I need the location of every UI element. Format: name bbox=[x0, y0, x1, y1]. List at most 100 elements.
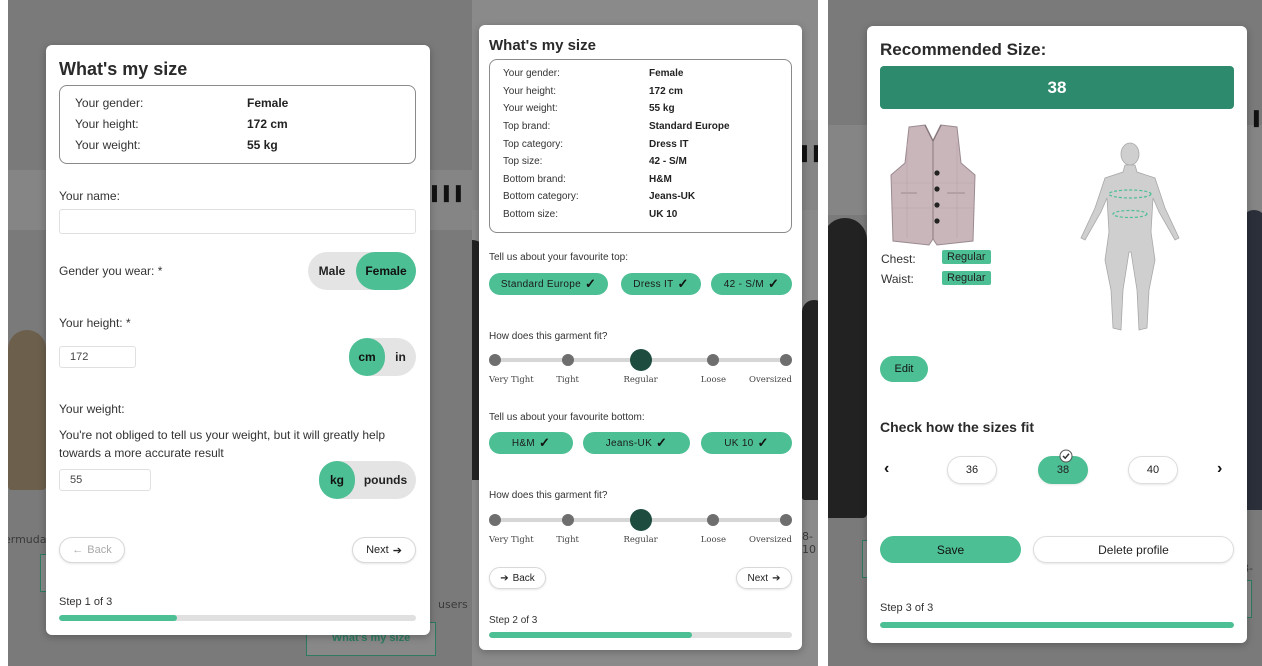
weight-unit-pounds[interactable]: pounds bbox=[355, 461, 416, 499]
next-button[interactable]: Next ➔ bbox=[352, 537, 416, 563]
height-unit-toggle[interactable]: cm in bbox=[349, 338, 416, 376]
gender-label: Gender you wear: * bbox=[59, 264, 163, 278]
slider-stop-label: Very Tight bbox=[489, 375, 534, 385]
name-label: Your name: bbox=[59, 189, 120, 203]
slider-stop-label: Loose bbox=[700, 375, 727, 385]
page-title: What's my size bbox=[59, 59, 188, 79]
next-button-label: Next bbox=[747, 572, 769, 584]
slider-stop[interactable] bbox=[707, 354, 720, 366]
panel-divider bbox=[823, 0, 827, 666]
selected-check-icon bbox=[1059, 449, 1073, 463]
chest-fit-tag: Regular bbox=[942, 250, 991, 264]
weight-unit-kg[interactable]: kg bbox=[319, 461, 355, 499]
slider-stop-label: Tight bbox=[556, 535, 579, 545]
slider-stop[interactable] bbox=[561, 354, 574, 366]
checkmark-icon: ✓ bbox=[757, 435, 769, 450]
bottom-fit-slider[interactable]: Very Tight Tight Regular Loose Oversized bbox=[489, 509, 792, 549]
slider-handle[interactable] bbox=[629, 349, 652, 371]
summary-value: 55 kg bbox=[649, 103, 675, 114]
background-product-text-2: users bbox=[438, 598, 468, 611]
slider-stop[interactable] bbox=[561, 514, 574, 526]
slider-stop[interactable] bbox=[707, 514, 720, 526]
background-product-text-3: 8-10 bbox=[802, 530, 816, 556]
slider-stop-label: Regular bbox=[623, 375, 658, 385]
weight-note: You're not obliged to tell us your weigh… bbox=[59, 428, 386, 460]
size-option-40[interactable]: 40 bbox=[1128, 456, 1178, 484]
page-title: Recommended Size: bbox=[880, 40, 1047, 59]
background-jacket-image bbox=[828, 218, 867, 518]
height-unit-cm[interactable]: cm bbox=[349, 338, 385, 376]
slider-stop-label: Very Tight bbox=[489, 535, 534, 545]
favourite-top-heading: Tell us about your favourite top: bbox=[489, 252, 628, 263]
checkmark-icon: ✓ bbox=[656, 435, 668, 450]
slider-handle[interactable] bbox=[629, 509, 652, 531]
favourite-bottom-heading: Tell us about your favourite bottom: bbox=[489, 412, 645, 423]
summary-label: Your height: bbox=[503, 86, 557, 97]
summary-row: Bottom category: Jeans-UK bbox=[490, 191, 791, 209]
slider-stop[interactable] bbox=[780, 354, 792, 366]
summary-row: Your weight: 55 kg bbox=[490, 103, 791, 121]
save-button[interactable]: Save bbox=[880, 536, 1021, 563]
summary-label: Top brand: bbox=[503, 121, 551, 132]
profile-summary: Your gender: Female Your height: 172 cm Yo… bbox=[489, 59, 792, 233]
summary-value: UK 10 bbox=[649, 209, 678, 220]
summary-row: Your gender: Female bbox=[490, 68, 791, 86]
background-garment-image bbox=[8, 330, 46, 490]
back-button[interactable]: ➔ Back bbox=[489, 567, 546, 589]
summary-label: Your gender: bbox=[503, 68, 560, 79]
arrow-right-icon: ➔ bbox=[772, 572, 781, 584]
profile-summary: Your gender: Female Your height: 172 cm … bbox=[59, 85, 416, 164]
top-fit-question: How does this garment fit? bbox=[489, 331, 608, 342]
top-size-chip[interactable]: 42 - S/M ✓ bbox=[711, 273, 792, 295]
background-bars: ▌▌▌ bbox=[802, 145, 818, 161]
progress-fill bbox=[59, 615, 177, 621]
name-input[interactable] bbox=[59, 209, 416, 234]
slider-stop[interactable] bbox=[489, 514, 501, 526]
check-sizes-heading: Check how the sizes fit bbox=[880, 419, 1035, 435]
summary-value: Female bbox=[247, 96, 289, 110]
chip-label: Standard Europe bbox=[500, 278, 581, 290]
progress-fill bbox=[880, 622, 1234, 628]
edit-button[interactable]: Edit bbox=[880, 356, 928, 382]
summary-label: Bottom brand: bbox=[503, 174, 566, 185]
body-avatar-image bbox=[1080, 142, 1180, 331]
top-brand-chip[interactable]: Standard Europe ✓ bbox=[489, 273, 608, 295]
gender-option-female[interactable]: Female bbox=[356, 252, 416, 290]
summary-row: Top size: 42 - S/M bbox=[490, 156, 791, 174]
top-category-chip[interactable]: Dress IT ✓ bbox=[621, 273, 701, 295]
chevron-right-icon[interactable]: › bbox=[1217, 460, 1222, 478]
checkmark-icon: ✓ bbox=[768, 276, 780, 291]
garment-vest-image bbox=[890, 124, 976, 246]
weight-label: Your weight: bbox=[59, 402, 125, 416]
summary-row: Top brand: Standard Europe bbox=[490, 121, 791, 139]
gender-option-male[interactable]: Male bbox=[308, 252, 356, 290]
bottom-brand-chip[interactable]: H&M ✓ bbox=[489, 432, 573, 454]
weight-unit-toggle[interactable]: kg pounds bbox=[319, 461, 416, 499]
back-button[interactable]: ← Back bbox=[59, 537, 125, 563]
size-wizard-step-3: Recommended Size: 38 Chest: Regular Wais… bbox=[867, 26, 1247, 643]
height-unit-in[interactable]: in bbox=[385, 338, 416, 376]
summary-value: 55 kg bbox=[247, 138, 278, 152]
weight-input[interactable]: 55 bbox=[59, 469, 151, 491]
checkmark-icon: ✓ bbox=[584, 276, 597, 291]
bottom-size-chip[interactable]: UK 10 ✓ bbox=[701, 432, 792, 454]
arrow-left-icon: ➔ bbox=[500, 572, 509, 584]
top-fit-slider[interactable]: Very Tight Tight Regular Loose Oversized bbox=[489, 349, 792, 389]
bottom-category-chip[interactable]: Jeans-UK ✓ bbox=[583, 432, 690, 454]
next-button[interactable]: Next ➔ bbox=[736, 567, 792, 589]
waist-label: Waist: bbox=[881, 272, 914, 286]
step-indicator: Step 2 of 3 bbox=[489, 615, 538, 626]
background-product-text: ermuda bbox=[8, 533, 47, 546]
slider-stop-label: Regular bbox=[623, 535, 658, 545]
slider-stop[interactable] bbox=[780, 514, 792, 526]
chip-label: H&M bbox=[511, 437, 535, 449]
summary-row: Your gender: Female bbox=[60, 96, 415, 114]
gender-toggle[interactable]: Male Female bbox=[308, 252, 416, 290]
slider-stop[interactable] bbox=[489, 354, 501, 366]
chevron-left-icon[interactable]: ‹ bbox=[884, 460, 889, 478]
chip-label: Dress IT bbox=[633, 278, 674, 290]
height-input[interactable]: 172 bbox=[59, 346, 136, 368]
checkmark-icon: ✓ bbox=[677, 276, 689, 291]
delete-profile-button[interactable]: Delete profile bbox=[1033, 536, 1234, 563]
size-option-36[interactable]: 36 bbox=[947, 456, 997, 484]
